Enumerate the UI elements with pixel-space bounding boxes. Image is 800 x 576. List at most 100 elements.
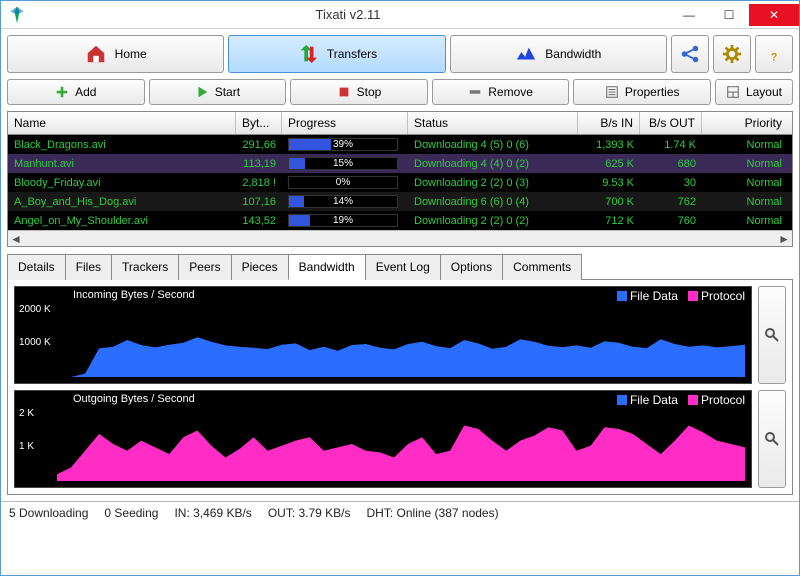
col-bsin[interactable]: B/s IN: [578, 112, 640, 134]
table-row[interactable]: Bloody_Friday.avi2,818 !0%Downloading 2 …: [8, 173, 792, 192]
tab-pieces[interactable]: Pieces: [231, 254, 289, 280]
cell-bout: 760: [640, 215, 702, 227]
table-row[interactable]: Black_Dragons.avi291,6639%Downloading 4 …: [8, 135, 792, 154]
cell-name: Bloody_Friday.avi: [8, 177, 236, 189]
col-name[interactable]: Name: [8, 112, 236, 134]
close-button[interactable]: ✕: [749, 4, 799, 26]
cell-status: Downloading 6 (6) 0 (4): [408, 196, 578, 208]
horizontal-scrollbar[interactable]: ◄►: [8, 230, 792, 246]
cell-bin: 700 K: [578, 196, 640, 208]
nav-home[interactable]: Home: [7, 35, 224, 73]
cell-bytes: 107,16: [236, 196, 282, 208]
chart-legend: File DataProtocol: [617, 289, 745, 303]
layout-button[interactable]: Layout: [715, 79, 793, 105]
remove-button[interactable]: Remove: [432, 79, 570, 105]
cell-status: Downloading 2 (2) 0 (2): [408, 215, 578, 227]
play-icon: [195, 85, 209, 99]
cell-priority: Normal: [702, 158, 792, 170]
table-row[interactable]: Angel_on_My_Shoulder.avi143,5219%Downloa…: [8, 211, 792, 230]
nav-home-label: Home: [115, 47, 147, 61]
cell-bytes: 143,52: [236, 215, 282, 227]
magnifier-icon: [764, 327, 780, 343]
cell-name: Manhunt.avi: [8, 158, 236, 170]
col-progress[interactable]: Progress: [282, 112, 408, 134]
transfers-icon: [297, 43, 319, 65]
cell-status: Downloading 4 (4) 0 (2): [408, 158, 578, 170]
status-seeding: 0 Seeding: [104, 506, 158, 520]
nav-settings-button[interactable]: [713, 35, 751, 73]
remove-label: Remove: [488, 85, 533, 99]
start-button[interactable]: Start: [149, 79, 287, 105]
col-status[interactable]: Status: [408, 112, 578, 134]
tab-files[interactable]: Files: [65, 254, 112, 280]
cell-bytes: 2,818 !: [236, 177, 282, 189]
table-row[interactable]: Manhunt.avi113,1915%Downloading 4 (4) 0 …: [8, 154, 792, 173]
add-button[interactable]: Add: [7, 79, 145, 105]
cell-priority: Normal: [702, 139, 792, 151]
status-dht: DHT: Online (387 nodes): [367, 506, 499, 520]
status-bar: 5 Downloading 0 Seeding IN: 3,469 KB/s O…: [1, 501, 799, 523]
stop-label: Stop: [357, 85, 382, 99]
outgoing-chart: Outgoing Bytes / SecondFile DataProtocol…: [14, 390, 752, 488]
cell-name: A_Boy_and_His_Dog.avi: [8, 196, 236, 208]
cell-bout: 30: [640, 177, 702, 189]
share-icon: [679, 43, 701, 65]
status-out: OUT: 3.79 KB/s: [268, 506, 351, 520]
col-priority[interactable]: Priority: [702, 112, 792, 134]
cell-bout: 762: [640, 196, 702, 208]
help-icon: ?: [763, 43, 785, 65]
transfers-table: Name Byt... Progress Status B/s IN B/s O…: [7, 111, 793, 247]
table-header: Name Byt... Progress Status B/s IN B/s O…: [8, 112, 792, 135]
minus-icon: [468, 85, 482, 99]
tab-trackers[interactable]: Trackers: [111, 254, 179, 280]
maximize-button[interactable]: ☐: [709, 4, 749, 26]
cell-progress: 39%: [282, 138, 408, 151]
cell-bout: 680: [640, 158, 702, 170]
table-row[interactable]: A_Boy_and_His_Dog.avi107,1614%Downloadin…: [8, 192, 792, 211]
cell-status: Downloading 2 (2) 0 (3): [408, 177, 578, 189]
tab-comments[interactable]: Comments: [502, 254, 582, 280]
plus-icon: [55, 85, 69, 99]
cell-bin: 1,393 K: [578, 139, 640, 151]
stop-icon: [337, 85, 351, 99]
minimize-button[interactable]: —: [669, 4, 709, 26]
nav-share-button[interactable]: [671, 35, 709, 73]
properties-button[interactable]: Properties: [573, 79, 711, 105]
tab-details[interactable]: Details: [7, 254, 66, 280]
status-in: IN: 3,469 KB/s: [174, 506, 251, 520]
nav-help-button[interactable]: ?: [755, 35, 793, 73]
cell-bytes: 291,66: [236, 139, 282, 151]
incoming-chart: Incoming Bytes / SecondFile DataProtocol…: [14, 286, 752, 384]
chart-legend: File DataProtocol: [617, 393, 745, 407]
nav-bandwidth[interactable]: Bandwidth: [450, 35, 667, 73]
magnifier-icon: [764, 431, 780, 447]
tab-peers[interactable]: Peers: [178, 254, 231, 280]
properties-label: Properties: [625, 85, 680, 99]
app-icon: [7, 5, 27, 25]
window-title: Tixati v2.11: [27, 7, 669, 22]
title-bar: Tixati v2.11 — ☐ ✕: [1, 1, 799, 29]
cell-bin: 712 K: [578, 215, 640, 227]
tab-bandwidth[interactable]: Bandwidth: [288, 254, 366, 280]
cell-priority: Normal: [702, 215, 792, 227]
cell-status: Downloading 4 (5) 0 (6): [408, 139, 578, 151]
detail-tabs: DetailsFilesTrackersPeersPiecesBandwidth…: [7, 253, 793, 280]
nav-transfers[interactable]: Transfers: [228, 35, 445, 73]
gear-icon: [721, 43, 743, 65]
layout-icon: [726, 85, 740, 99]
col-bsout[interactable]: B/s OUT: [640, 112, 702, 134]
cell-priority: Normal: [702, 196, 792, 208]
nav-bandwidth-label: Bandwidth: [545, 47, 601, 61]
bandwidth-panel: Incoming Bytes / SecondFile DataProtocol…: [7, 280, 793, 495]
col-bytes[interactable]: Byt...: [236, 112, 282, 134]
cell-bytes: 113,19: [236, 158, 282, 170]
stop-button[interactable]: Stop: [290, 79, 428, 105]
zoom-incoming-button[interactable]: [758, 286, 786, 384]
cell-bin: 625 K: [578, 158, 640, 170]
tab-options[interactable]: Options: [440, 254, 503, 280]
start-label: Start: [215, 85, 240, 99]
zoom-outgoing-button[interactable]: [758, 390, 786, 488]
tab-event-log[interactable]: Event Log: [365, 254, 441, 280]
cell-name: Angel_on_My_Shoulder.avi: [8, 215, 236, 227]
cell-bout: 1.74 K: [640, 139, 702, 151]
